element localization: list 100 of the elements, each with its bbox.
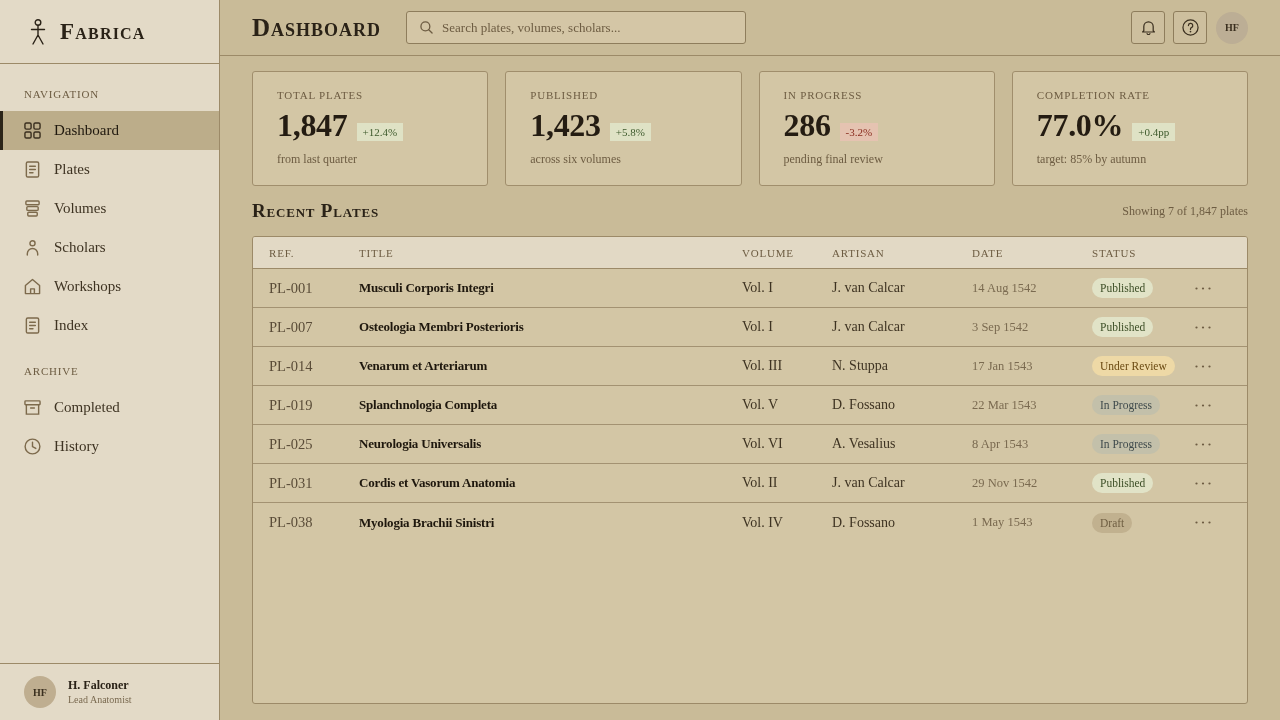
- stat-note: pending final review: [783, 151, 883, 167]
- status-badge: Published: [1092, 317, 1154, 337]
- status-badge: In Progress: [1092, 434, 1161, 454]
- results-summary: Showing 7 of 1,847 plates: [1122, 203, 1248, 219]
- help-button[interactable]: [1173, 11, 1207, 44]
- column-header: REF.: [269, 246, 296, 259]
- more-icon: [1195, 286, 1211, 290]
- column-header: ARTISAN: [832, 246, 886, 259]
- plate-title: Venarum et Arteriarum: [359, 358, 488, 374]
- help-icon: [1181, 19, 1199, 36]
- person-icon: [24, 239, 41, 256]
- stat-label: COMPLETION RATE: [1036, 88, 1150, 102]
- change-badge: +12.4%: [356, 123, 404, 141]
- stat-note: target: 85% by autumn: [1036, 151, 1147, 167]
- volume-text: Vol. VI: [742, 436, 783, 452]
- more-icon: [1195, 403, 1211, 407]
- artisan-name: N. Stuppa: [832, 358, 888, 374]
- volume-text: Vol. III: [742, 358, 783, 374]
- plate-ref: PL-001: [269, 279, 313, 297]
- stat-value: 1,847: [277, 106, 348, 144]
- search-icon: [420, 21, 434, 34]
- nav-item[interactable]: Dashboard: [0, 111, 219, 150]
- house-icon: [24, 278, 41, 295]
- column-header: STATUS: [1092, 246, 1138, 259]
- volume-text: Vol. V: [742, 397, 779, 413]
- status-badge: In Progress: [1092, 395, 1161, 415]
- nav-item[interactable]: Plates: [0, 150, 219, 189]
- artisan-name: D. Fossano: [832, 397, 895, 413]
- grid-icon: [24, 122, 41, 139]
- plate-date: 17 Jan 1543: [972, 358, 1033, 374]
- stat-note: from last quarter: [277, 151, 357, 167]
- nav-item[interactable]: Completed: [0, 388, 219, 427]
- plate-date: 1 May 1543: [972, 515, 1033, 530]
- plate-ref: PL-031: [269, 474, 313, 492]
- plate-ref: PL-019: [269, 396, 313, 414]
- stick-figure-logo-icon: [30, 18, 46, 45]
- page-title: Dashboard: [252, 12, 382, 43]
- plate-date: 14 Aug 1542: [972, 280, 1037, 296]
- more-icon: [1195, 325, 1211, 329]
- plate-title: Cordis et Vasorum Anatomia: [359, 475, 516, 491]
- status-badge: Published: [1092, 278, 1154, 298]
- plate-title: Myologia Brachii Sinistri: [359, 514, 495, 531]
- brand-name: Fabrica: [60, 18, 146, 45]
- plate-date: 8 Apr 1543: [972, 436, 1029, 452]
- plate-title: Neurologia Universalis: [359, 436, 482, 452]
- column-header: TITLE: [359, 246, 395, 259]
- plate-title: Osteologia Membri Posterioris: [359, 319, 524, 335]
- artisan-name: J. van Calcar: [832, 475, 905, 491]
- artisan-name: A. Vesalius: [832, 436, 896, 452]
- change-badge: -3.2%: [839, 123, 879, 141]
- plate-date: 29 Nov 1542: [972, 475, 1038, 491]
- volume-text: Vol. IV: [742, 514, 783, 531]
- plate-ref: PL-038: [269, 514, 313, 531]
- notifications-button[interactable]: [1131, 11, 1165, 44]
- account-avatar[interactable]: HF: [1216, 11, 1248, 44]
- status-badge: Under Review: [1092, 356, 1175, 376]
- user-avatar: HF: [24, 676, 56, 708]
- more-icon: [1195, 364, 1211, 368]
- bell-icon: [1140, 20, 1156, 35]
- nav-item[interactable]: Volumes: [0, 189, 219, 228]
- plate-title: Musculi Corporis Integri: [359, 280, 494, 296]
- status-badge: Published: [1092, 473, 1154, 493]
- user-role: Lead Anatomist: [68, 692, 132, 707]
- plate-date: 3 Sep 1542: [972, 319, 1029, 335]
- more-icon: [1195, 442, 1211, 446]
- change-badge: +5.8%: [609, 123, 651, 141]
- change-badge: +0.4pp: [1132, 123, 1176, 141]
- artisan-name: J. van Calcar: [832, 319, 905, 335]
- nav-item[interactable]: Scholars: [0, 228, 219, 267]
- plate-ref: PL-025: [269, 435, 313, 453]
- stat-label: PUBLISHED: [530, 88, 598, 102]
- section-heading: ARCHIVE: [23, 364, 80, 379]
- section-title: Recent Plates: [252, 200, 379, 222]
- stat-value: 1,423: [530, 106, 601, 144]
- column-header: VOLUME: [742, 246, 795, 259]
- stack-icon: [24, 200, 41, 217]
- archive-box-icon: [24, 399, 41, 416]
- document-icon: [24, 161, 41, 178]
- more-icon: [1195, 481, 1211, 485]
- stat-value: 286: [783, 106, 831, 144]
- plate-title: Splanchnologia Completa: [359, 397, 498, 413]
- stat-label: IN PROGRESS: [783, 88, 863, 102]
- volume-text: Vol. II: [742, 475, 778, 491]
- section-heading: NAVIGATION: [23, 87, 100, 102]
- user-name: H. Falconer: [68, 677, 130, 693]
- more-icon: [1195, 521, 1211, 524]
- column-header: DATE: [972, 246, 1005, 259]
- volume-text: Vol. I: [742, 280, 773, 296]
- status-badge: Draft: [1092, 512, 1133, 533]
- plate-ref: PL-007: [269, 318, 313, 336]
- search-field[interactable]: Search plates, volumes, scholars...: [406, 11, 747, 44]
- plate-date: 22 Mar 1543: [972, 397, 1037, 413]
- nav-item[interactable]: Index: [0, 306, 219, 345]
- document-icon: [24, 317, 41, 334]
- nav-item[interactable]: History: [0, 427, 219, 466]
- plate-ref: PL-014: [269, 357, 313, 375]
- nav-item[interactable]: Workshops: [0, 267, 219, 306]
- clock-icon: [24, 438, 41, 455]
- stat-label: TOTAL PLATES: [277, 88, 364, 102]
- artisan-name: J. van Calcar: [832, 280, 905, 296]
